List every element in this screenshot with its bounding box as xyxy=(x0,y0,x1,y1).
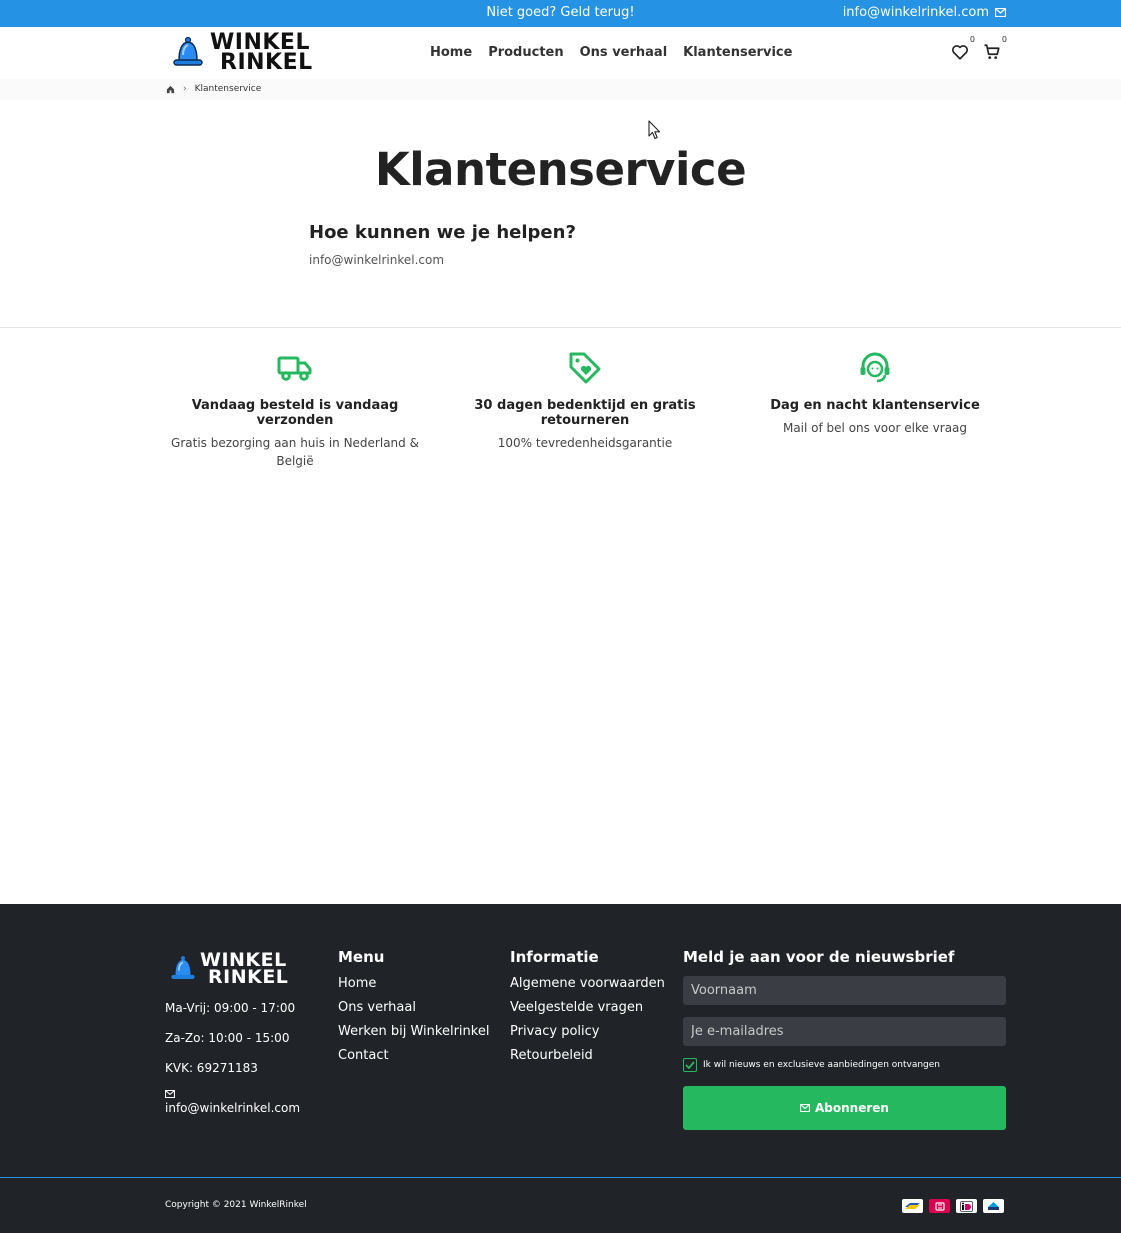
mail-icon xyxy=(800,1104,810,1112)
cart-button[interactable]: 0 xyxy=(983,35,1007,61)
footer-menu-title: Menu xyxy=(338,948,385,966)
feature-title: Dag en nacht klantenservice xyxy=(770,398,980,413)
consent-checkbox[interactable] xyxy=(683,1058,697,1072)
help-heading: Hoe kunnen we je helpen? xyxy=(309,222,576,243)
feature-text: Gratis bezorging aan huis in Nederland &… xyxy=(171,436,419,468)
mail-icon xyxy=(995,8,1006,17)
footer-logo-text: WINKEL RINKEL xyxy=(200,951,289,988)
chevron-right-icon: › xyxy=(183,84,187,94)
feature-support: Dag en nacht klantenservice Mail of bel … xyxy=(730,350,1020,470)
footer-link-faq[interactable]: Veelgestelde vragen xyxy=(510,1000,665,1016)
top-email-link[interactable]: info@winkelrinkel.com xyxy=(843,5,1006,20)
newsletter-title: Meld je aan voor de nieuwsbrief xyxy=(683,948,955,966)
footer-link-home[interactable]: Home xyxy=(338,976,489,992)
nav-ons-verhaal[interactable]: Ons verhaal xyxy=(580,45,668,60)
home-icon[interactable] xyxy=(166,85,175,94)
hours-weekdays: Ma-Vrij: 09:00 - 17:00 xyxy=(165,1001,296,1015)
feature-title: 30 dagen bedenktijd en gratis retournere… xyxy=(474,398,696,428)
mouse-cursor-icon xyxy=(648,120,661,140)
feature-shipping: Vandaag besteld is vandaag verzonden Gra… xyxy=(150,350,440,470)
main-nav: Home Producten Ons verhaal Klantenservic… xyxy=(430,45,792,60)
headset-icon xyxy=(860,352,890,383)
top-bar: Niet goed? Geld terug! info@winkelrinkel… xyxy=(0,0,1121,27)
check-icon xyxy=(685,1061,695,1069)
section-divider xyxy=(0,327,1121,328)
feature-text: 100% tevredenheidsgarantie xyxy=(497,436,673,450)
nav-klantenservice[interactable]: Klantenservice xyxy=(683,45,792,60)
ideal-icon xyxy=(956,1199,977,1213)
bell-icon xyxy=(171,956,195,979)
footer-info: Informatie Algemene voorwaarden Veelgest… xyxy=(510,948,665,1072)
feature-text: Mail of bel ons voor elke vraag xyxy=(782,421,968,435)
wishlist-count: 0 xyxy=(969,35,975,44)
wishlist-button[interactable]: 0 xyxy=(951,35,975,61)
tag-heart-icon xyxy=(569,352,601,384)
consent-label: Ik wil nieuws en exclusieve aanbiedingen… xyxy=(703,1060,941,1070)
heart-icon xyxy=(952,45,968,60)
copyright-text: Copyright © 2021 WinkelRinkel xyxy=(165,1200,307,1210)
footer-link-contact[interactable]: Contact xyxy=(338,1048,489,1064)
nav-home[interactable]: Home xyxy=(430,45,472,60)
footer-link-retourbeleid[interactable]: Retourbeleid xyxy=(510,1048,665,1064)
first-name-input[interactable] xyxy=(683,976,1006,1005)
footer-link-werken-bij[interactable]: Werken bij Winkelrinkel xyxy=(338,1024,489,1040)
feature-returns: 30 dagen bedenktijd en gratis retournere… xyxy=(440,350,730,470)
logo-text: WINKEL RINKEL xyxy=(210,32,313,75)
footer-info-title: Informatie xyxy=(510,948,599,966)
breadcrumb: › Klantenservice xyxy=(0,79,1121,100)
footer-link-privacy[interactable]: Privacy policy xyxy=(510,1024,665,1040)
footer-link-voorwaarden[interactable]: Algemene voorwaarden xyxy=(510,976,665,992)
payment-methods xyxy=(902,1199,1004,1213)
truck-icon xyxy=(277,356,312,381)
kvk-number: KVK: 69271183 xyxy=(165,1061,258,1075)
hours-weekend: Za-Zo: 10:00 - 15:00 xyxy=(165,1031,290,1045)
footer-link-ons-verhaal[interactable]: Ons verhaal xyxy=(338,1000,489,1016)
contact-email[interactable]: info@winkelrinkel.com xyxy=(309,253,444,267)
breadcrumb-current: Klantenservice xyxy=(194,84,262,94)
page-title: Klantenservice xyxy=(374,143,747,196)
footer-logo-line2: RINKEL xyxy=(208,966,289,988)
top-email-text[interactable]: info@winkelrinkel.com xyxy=(843,5,989,20)
site-footer: WINKEL RINKEL Ma-Vrij: 09:00 - 17:00 Za-… xyxy=(0,904,1121,1233)
mail-icon xyxy=(165,1090,175,1098)
feature-title: Vandaag besteld is vandaag verzonden xyxy=(191,398,399,428)
subscribe-button[interactable]: Abonneren xyxy=(683,1086,1006,1130)
footer-email[interactable]: info@winkelrinkel.com xyxy=(165,1090,300,1116)
footer-company-info: Ma-Vrij: 09:00 - 17:00 Za-Zo: 10:00 - 15… xyxy=(165,1000,300,1130)
newsletter-form: Meld je aan voor de nieuwsbrief Ik wil n… xyxy=(683,948,1006,1130)
footer-email-text[interactable]: info@winkelrinkel.com xyxy=(165,1101,300,1115)
header-icons: 0 0 xyxy=(951,35,1007,61)
usp-features: Vandaag besteld is vandaag verzonden Gra… xyxy=(150,350,1020,470)
nav-producten[interactable]: Producten xyxy=(488,45,563,60)
b-icon xyxy=(929,1199,950,1213)
site-header: WINKEL RINKEL Home Producten Ons verhaal… xyxy=(0,27,1121,79)
consent-row: Ik wil nieuws en exclusieve aanbiedingen… xyxy=(683,1058,1006,1072)
cart-count: 0 xyxy=(1001,35,1007,44)
bancontact-icon xyxy=(902,1199,923,1213)
newsletter-email-input[interactable] xyxy=(683,1017,1006,1046)
footer-menu: Menu Home Ons verhaal Werken bij Winkelr… xyxy=(338,948,489,1072)
bell-icon xyxy=(173,36,203,66)
subscribe-label[interactable]: Abonneren xyxy=(815,1101,889,1115)
footer-divider xyxy=(0,1177,1121,1178)
footer-logo[interactable]: WINKEL RINKEL xyxy=(168,951,289,988)
kbc-icon xyxy=(983,1199,1004,1213)
site-logo[interactable]: WINKEL RINKEL xyxy=(170,32,313,75)
cart-icon xyxy=(984,44,1000,59)
logo-line2: RINKEL xyxy=(220,50,313,75)
